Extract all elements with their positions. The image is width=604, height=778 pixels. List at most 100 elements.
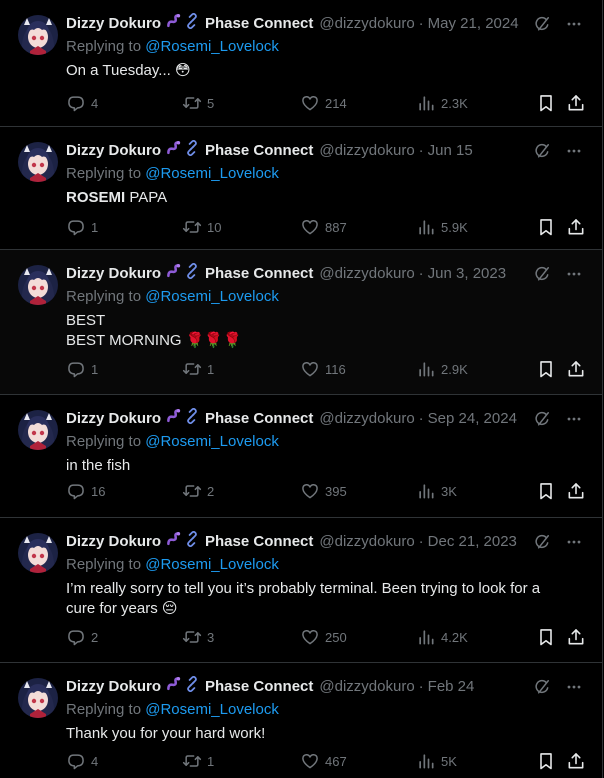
views-button[interactable]: 2.3K — [416, 93, 468, 113]
retweet-button[interactable]: 1 — [182, 751, 214, 771]
user-handle[interactable]: @dizzydokuro — [319, 409, 414, 429]
org-name[interactable]: Phase Connect — [205, 141, 313, 161]
display-name[interactable]: Dizzy Dokuro — [66, 532, 161, 552]
like-button[interactable]: 250 — [300, 627, 347, 647]
org-name[interactable]: Phase Connect — [205, 264, 313, 284]
views-button[interactable]: 5.9K — [416, 217, 468, 237]
tweet[interactable]: Dizzy Dokuro Phase Connect @dizzydokuro · Fe… — [0, 663, 603, 778]
tweet[interactable]: Dizzy Dokuro Phase Connect @dizzydokuro · De… — [0, 518, 603, 663]
share-icon — [566, 481, 586, 501]
tweet-date[interactable]: Dec 21, 2023 — [428, 532, 517, 552]
more-button[interactable] — [563, 676, 585, 698]
reply-button[interactable]: 16 — [66, 481, 105, 501]
views-button[interactable]: 5K — [416, 751, 457, 771]
like-button[interactable]: 395 — [300, 481, 347, 501]
share-button[interactable] — [566, 93, 586, 113]
like-button[interactable]: 214 — [300, 93, 347, 113]
tweet[interactable]: Dizzy Dokuro Phase Connect @dizzydokuro · Ma… — [0, 0, 603, 127]
grok-button[interactable] — [531, 408, 553, 430]
bookmark-button[interactable] — [536, 359, 556, 379]
tweet-date[interactable]: Sep 24, 2024 — [428, 409, 517, 429]
like-button[interactable]: 116 — [300, 359, 346, 379]
tweet-header: Dizzy Dokuro Phase Connect @dizzydokuro · Ma… — [66, 14, 519, 34]
retweet-button[interactable]: 2 — [182, 481, 214, 501]
bookmark-button[interactable] — [536, 93, 556, 113]
mention-link[interactable]: @Rosemi_Lovelock — [145, 556, 279, 573]
views-button[interactable]: 4.2K — [416, 627, 468, 647]
bookmark-button[interactable] — [536, 481, 556, 501]
more-button[interactable] — [563, 13, 585, 35]
more-button[interactable] — [563, 408, 585, 430]
user-handle[interactable]: @dizzydokuro — [319, 264, 414, 284]
org-name[interactable]: Phase Connect — [205, 532, 313, 552]
display-name[interactable]: Dizzy Dokuro — [66, 409, 161, 429]
grok-button[interactable] — [531, 13, 553, 35]
user-handle[interactable]: @dizzydokuro — [319, 677, 414, 697]
tweet[interactable]: Dizzy Dokuro Phase Connect @dizzydokuro · Ju… — [0, 250, 603, 395]
views-button[interactable]: 2.9K — [416, 359, 468, 379]
user-handle[interactable]: @dizzydokuro — [319, 14, 414, 34]
avatar[interactable] — [18, 410, 58, 450]
like-button[interactable]: 887 — [300, 217, 347, 237]
display-name[interactable]: Dizzy Dokuro — [66, 264, 161, 284]
tweet-date[interactable]: Jun 3, 2023 — [428, 264, 506, 284]
tweet-text-line: cure for years 😔 — [66, 599, 566, 619]
more-button[interactable] — [563, 263, 585, 285]
tweet[interactable]: Dizzy Dokuro Phase Connect @dizzydokuro · Ju… — [0, 127, 603, 250]
tweet-text: I’m really sorry to tell you it’s probab… — [66, 579, 566, 619]
reply-button[interactable]: 2 — [66, 627, 98, 647]
share-button[interactable] — [566, 481, 586, 501]
more-button[interactable] — [563, 140, 585, 162]
user-handle[interactable]: @dizzydokuro — [319, 532, 414, 552]
avatar[interactable] — [18, 142, 58, 182]
retweet-button[interactable]: 1 — [182, 359, 214, 379]
org-name[interactable]: Phase Connect — [205, 14, 313, 34]
mention-link[interactable]: @Rosemi_Lovelock — [145, 165, 279, 182]
mention-link[interactable]: @Rosemi_Lovelock — [145, 38, 279, 55]
share-button[interactable] — [566, 627, 586, 647]
reply-button[interactable]: 4 — [66, 93, 98, 113]
tweet-date[interactable]: Jun 15 — [428, 141, 473, 161]
org-name[interactable]: Phase Connect — [205, 677, 313, 697]
tweet-text-content: I’m really sorry to tell you it’s probab… — [66, 580, 541, 597]
tweet-text-line: BEST — [66, 311, 566, 331]
avatar[interactable] — [18, 15, 58, 55]
display-name[interactable]: Dizzy Dokuro — [66, 677, 161, 697]
replying-to-label: Replying to — [66, 556, 146, 573]
tweet-actions: 2 3 250 4.2K — [64, 626, 590, 648]
display-name[interactable]: Dizzy Dokuro — [66, 14, 161, 34]
grok-button[interactable] — [531, 263, 553, 285]
bookmark-button[interactable] — [536, 217, 556, 237]
views-button[interactable]: 3K — [416, 481, 457, 501]
reply-button[interactable]: 4 — [66, 751, 98, 771]
org-name[interactable]: Phase Connect — [205, 409, 313, 429]
more-button[interactable] — [563, 531, 585, 553]
share-button[interactable] — [566, 217, 586, 237]
mention-link[interactable]: @Rosemi_Lovelock — [145, 288, 279, 305]
user-handle[interactable]: @dizzydokuro — [319, 141, 414, 161]
retweet-button[interactable]: 5 — [182, 93, 214, 113]
display-name[interactable]: Dizzy Dokuro — [66, 141, 161, 161]
grok-icon — [532, 141, 552, 161]
like-button[interactable]: 467 — [300, 751, 347, 771]
bookmark-button[interactable] — [536, 751, 556, 771]
grok-button[interactable] — [531, 140, 553, 162]
avatar[interactable] — [18, 533, 58, 573]
retweet-button[interactable]: 3 — [182, 627, 214, 647]
grok-button[interactable] — [531, 531, 553, 553]
share-button[interactable] — [566, 359, 586, 379]
mention-link[interactable]: @Rosemi_Lovelock — [145, 701, 279, 718]
grok-button[interactable] — [531, 676, 553, 698]
tweet-actions: 1 1 116 2.9K — [64, 358, 590, 380]
avatar[interactable] — [18, 265, 58, 305]
share-button[interactable] — [566, 751, 586, 771]
tweet-date[interactable]: May 21, 2024 — [428, 14, 519, 34]
retweet-button[interactable]: 10 — [182, 217, 221, 237]
tweet-date[interactable]: Feb 24 — [428, 677, 475, 697]
mention-link[interactable]: @Rosemi_Lovelock — [145, 433, 279, 450]
reply-button[interactable]: 1 — [66, 217, 98, 237]
bookmark-button[interactable] — [536, 627, 556, 647]
reply-button[interactable]: 1 — [66, 359, 98, 379]
tweet[interactable]: Dizzy Dokuro Phase Connect @dizzydokuro · Se… — [0, 395, 603, 518]
avatar[interactable] — [18, 678, 58, 718]
